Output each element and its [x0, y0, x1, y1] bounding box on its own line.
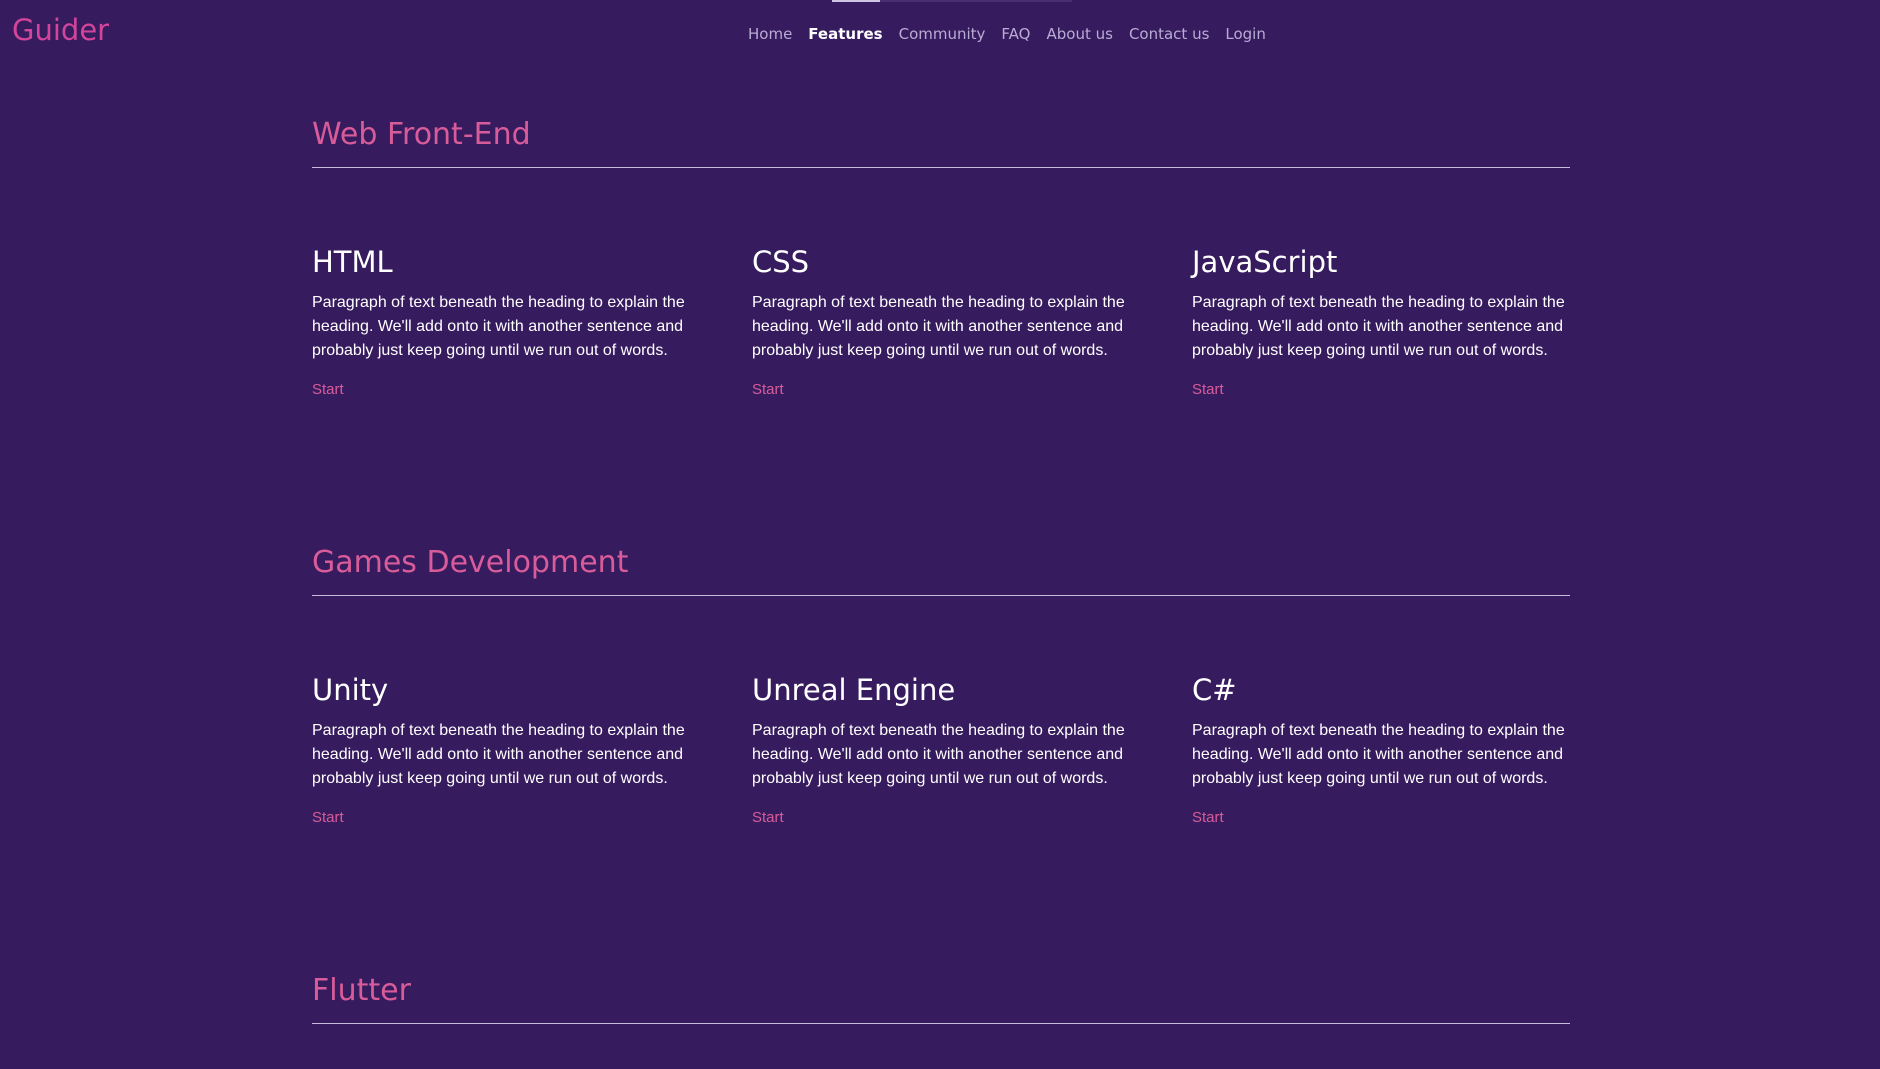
nav-faq[interactable]: FAQ: [1001, 22, 1030, 46]
scroll-indicator-thumb: [832, 0, 880, 2]
section-web-front-end: Web Front-End HTML Paragraph of text ben…: [312, 115, 1570, 399]
scroll-indicator: [832, 0, 1072, 2]
nav-community[interactable]: Community: [899, 22, 986, 46]
nav-features[interactable]: Features: [808, 22, 882, 46]
nav-about-us[interactable]: About us: [1046, 22, 1112, 46]
card-title: JavaScript: [1192, 245, 1338, 279]
card-title: Unreal Engine: [752, 673, 956, 707]
section-title: Flutter: [312, 973, 411, 1008]
card-css: CSS Paragraph of text beneath the headin…: [752, 245, 1130, 399]
page: Guider Home Features Community FAQ About…: [0, 0, 1880, 1069]
section-divider: [312, 167, 1570, 168]
nav-login[interactable]: Login: [1225, 22, 1265, 46]
card-title: C#: [1192, 673, 1237, 707]
card-description: Paragraph of text beneath the heading to…: [1192, 294, 1565, 359]
card-unity: Unity Paragraph of text beneath the head…: [312, 673, 690, 827]
card-description: Paragraph of text beneath the heading to…: [312, 294, 685, 359]
card-start-link[interactable]: Start: [312, 381, 344, 398]
section-divider: [312, 1023, 1570, 1024]
card-unreal-engine: Unreal Engine Paragraph of text beneath …: [752, 673, 1130, 827]
card-title: Unity: [312, 673, 389, 707]
card-title: CSS: [752, 245, 810, 279]
section-games-development: Games Development Unity Paragraph of tex…: [312, 543, 1570, 827]
card-start-link[interactable]: Start: [1192, 809, 1224, 826]
main-nav: Home Features Community FAQ About us Con…: [748, 22, 1266, 46]
card-row: HTML Paragraph of text beneath the headi…: [312, 245, 1570, 399]
card-start-link[interactable]: Start: [752, 809, 784, 826]
card-start-link[interactable]: Start: [312, 809, 344, 826]
card-description: Paragraph of text beneath the heading to…: [752, 294, 1125, 359]
section-title: Web Front-End: [312, 117, 531, 152]
card-title: HTML: [312, 245, 393, 279]
section-divider: [312, 595, 1570, 596]
card-row: Unity Paragraph of text beneath the head…: [312, 673, 1570, 827]
nav-home[interactable]: Home: [748, 22, 792, 46]
card-javascript: JavaScript Paragraph of text beneath the…: [1192, 245, 1570, 399]
card-start-link[interactable]: Start: [1192, 381, 1224, 398]
section-flutter: Flutter: [312, 971, 1570, 1024]
card-start-link[interactable]: Start: [752, 381, 784, 398]
section-title: Games Development: [312, 545, 629, 580]
card-description: Paragraph of text beneath the heading to…: [1192, 722, 1565, 787]
card-html: HTML Paragraph of text beneath the headi…: [312, 245, 690, 399]
logo-link[interactable]: Guider: [12, 12, 109, 48]
card-description: Paragraph of text beneath the heading to…: [752, 722, 1125, 787]
card-csharp: C# Paragraph of text beneath the heading…: [1192, 673, 1570, 827]
nav-contact-us[interactable]: Contact us: [1129, 22, 1209, 46]
card-description: Paragraph of text beneath the heading to…: [312, 722, 685, 787]
